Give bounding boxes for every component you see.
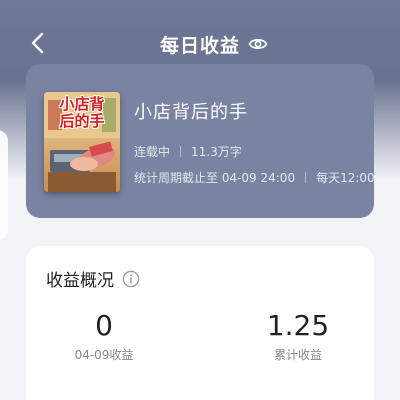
cover-title-line-1: 小店背 (59, 95, 105, 113)
page-title-group: 每日收益 (160, 30, 268, 58)
cover-title-line-2: 后的手 (59, 112, 105, 130)
earnings-summary-card: 收益概况 0 04-09收益 1.25 累计收益 (26, 246, 374, 400)
page-title: 每日收益 (160, 34, 241, 57)
daily-earnings-label: 04-09收益 (74, 348, 134, 362)
divider (180, 146, 182, 157)
book-info-card: 小店背 后的手 小店背后的手 连载中 11.3万字 统计周期截止至 04-09 … (26, 64, 374, 218)
stat-period: 统计周期截止至 04-09 24:00 (134, 171, 296, 185)
book-title[interactable]: 小店背后的手 (134, 98, 248, 124)
daily-earnings: 0 04-09收益 (44, 308, 164, 363)
chevron-left-icon[interactable] (26, 28, 52, 58)
previous-card-edge[interactable] (0, 130, 8, 240)
daily-earnings-value: 0 (95, 309, 113, 342)
book-meta: 连载中 11.3万字 (134, 143, 242, 160)
info-icon[interactable] (122, 270, 140, 288)
total-earnings-label: 累计收益 (273, 348, 322, 362)
divider (305, 172, 307, 183)
word-count: 11.3万字 (191, 145, 242, 159)
summary-header: 收益概况 (46, 266, 140, 291)
stat-period-row: 统计周期截止至 04-09 24:00 每天12:00更新 (134, 169, 374, 186)
cover-title: 小店背 后的手 (46, 96, 118, 130)
total-earnings-value: 1.25 (266, 309, 330, 342)
update-note: 每天12:00更新 (316, 171, 374, 185)
eye-icon[interactable] (248, 34, 268, 54)
total-earnings: 1.25 累计收益 (238, 308, 358, 363)
book-cover[interactable]: 小店背 后的手 (44, 92, 120, 192)
serial-status: 连载中 (134, 145, 171, 159)
summary-title: 收益概况 (46, 271, 114, 291)
